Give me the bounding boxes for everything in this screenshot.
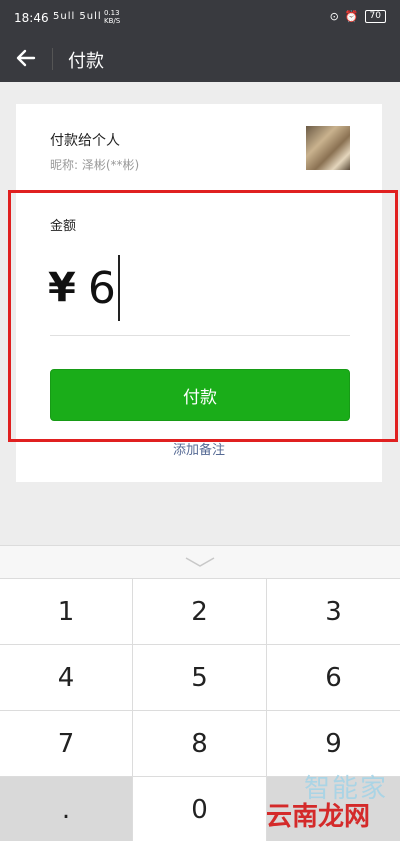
key-1[interactable]: 1 bbox=[0, 578, 133, 644]
status-right-icons: ⊙ ⏰ 70 bbox=[330, 10, 386, 23]
key-5[interactable]: 5 bbox=[133, 644, 267, 710]
payee-nickname: 昵称: 泽彬(**彬) bbox=[50, 158, 140, 172]
avatar bbox=[306, 126, 350, 170]
page-title: 付款 bbox=[68, 51, 104, 72]
key-8[interactable]: 8 bbox=[133, 710, 267, 776]
title-divider bbox=[52, 48, 53, 70]
alarm-icon: ⏰ bbox=[344, 10, 359, 23]
key-7[interactable]: 7 bbox=[0, 710, 133, 776]
key-decimal[interactable]: . bbox=[0, 776, 133, 841]
signal-icon: 5ull 5ull bbox=[53, 11, 102, 22]
status-time: 18:46 bbox=[14, 11, 49, 25]
back-button[interactable] bbox=[12, 44, 40, 72]
key-3[interactable]: 3 bbox=[267, 578, 400, 644]
network-speed: 0.13 KB/S bbox=[104, 9, 120, 25]
key-4[interactable]: 4 bbox=[0, 644, 133, 710]
key-2[interactable]: 2 bbox=[133, 578, 267, 644]
key-0[interactable]: 0 bbox=[133, 776, 267, 841]
network-speed-unit: KB/S bbox=[104, 17, 121, 25]
battery-icon: 70 bbox=[364, 10, 386, 23]
network-speed-value: 0.13 bbox=[104, 9, 120, 17]
key-6[interactable]: 6 bbox=[267, 644, 400, 710]
status-bar: 18:46 5ull 5ull 0.13 KB/S ⊙ ⏰ 70 bbox=[0, 0, 400, 36]
key-9[interactable]: 9 bbox=[267, 710, 400, 776]
watermark-bottom: 云南龙网 bbox=[265, 802, 370, 832]
highlight-box bbox=[8, 190, 398, 442]
title-bar: 付款 bbox=[0, 36, 400, 82]
payee-title: 付款给个人 bbox=[50, 133, 120, 149]
chevron-down-icon bbox=[185, 557, 215, 567]
nfc-icon: ⊙ bbox=[329, 10, 339, 23]
keyboard-collapse-button[interactable] bbox=[0, 546, 400, 578]
arrow-left-icon bbox=[16, 49, 36, 67]
